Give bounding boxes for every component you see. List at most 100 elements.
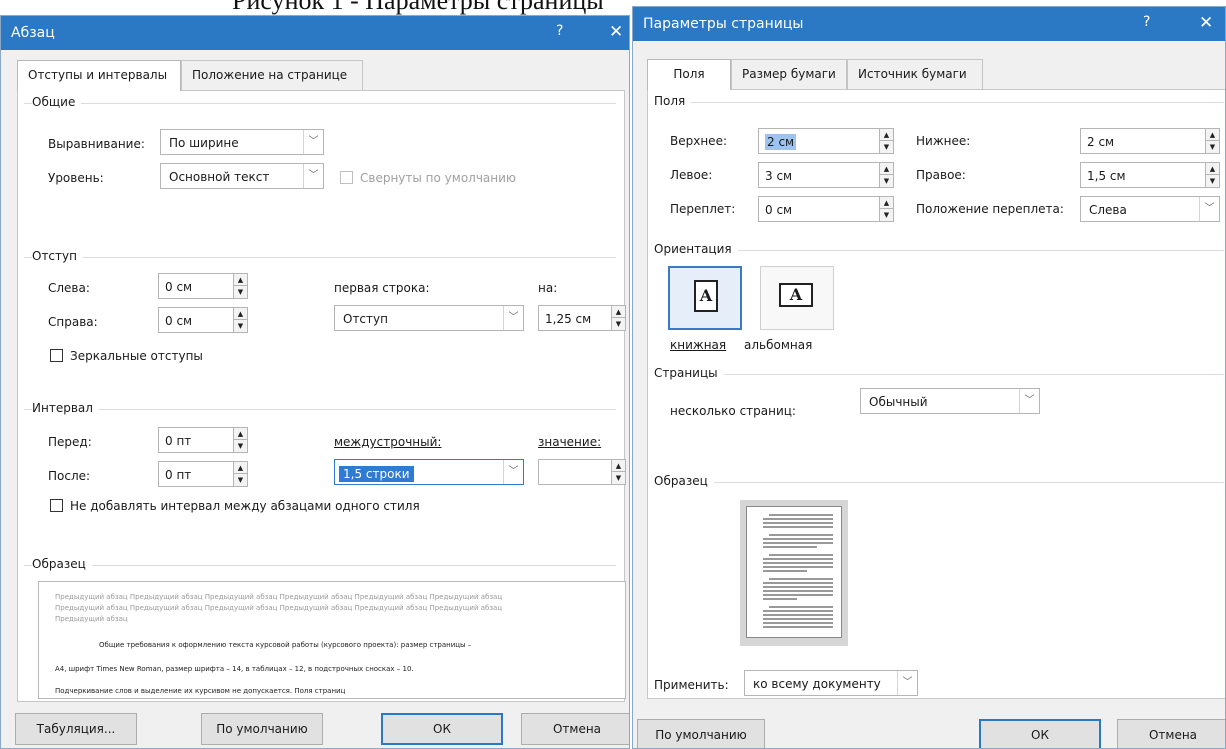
arrow-up-icon[interactable]: ▲ bbox=[234, 428, 247, 440]
line-spacing-label: междустрочный: bbox=[334, 435, 442, 449]
multiple-pages-value: Обычный bbox=[869, 395, 928, 409]
page-setup-dialog: Параметры страницы ? ✕ Поля Размер бумаг… bbox=[632, 6, 1226, 749]
tab-line-page-breaks[interactable]: Положение на странице bbox=[181, 60, 363, 90]
arrow-up-icon[interactable]: ▲ bbox=[1206, 129, 1219, 141]
ok-button[interactable]: ОК bbox=[381, 713, 503, 745]
paragraph-dialog-title: Абзац bbox=[11, 25, 55, 41]
chevron-down-icon: ﹀ bbox=[503, 460, 523, 484]
indent-right-value: 0 см bbox=[165, 314, 193, 328]
ok-button[interactable]: ОК bbox=[979, 719, 1101, 748]
left-margin-value: 3 см bbox=[765, 169, 793, 183]
page-preview bbox=[740, 500, 848, 646]
arrow-down-icon[interactable]: ▼ bbox=[234, 286, 247, 298]
arrow-down-icon[interactable]: ▼ bbox=[880, 209, 893, 221]
top-margin-value: 2 см bbox=[765, 134, 797, 150]
spinner-buttons[interactable]: ▲ ▼ bbox=[233, 428, 247, 452]
tab-label: Положение на странице bbox=[192, 68, 348, 82]
arrow-down-icon[interactable]: ▼ bbox=[880, 141, 893, 153]
tab-paper-source[interactable]: Источник бумаги bbox=[847, 59, 983, 89]
document-caption-text: Рисунок 1 - Параметры страницы bbox=[232, 0, 604, 15]
arrow-up-icon[interactable]: ▲ bbox=[880, 197, 893, 209]
portrait-button[interactable]: A bbox=[668, 266, 742, 330]
tab-margins[interactable]: Поля bbox=[647, 59, 731, 90]
bottom-margin-spinner[interactable]: 2 см ▲ ▼ bbox=[1080, 128, 1220, 154]
spinner-buttons[interactable]: ▲ ▼ bbox=[879, 163, 893, 187]
at-spinner[interactable]: ▲ ▼ bbox=[538, 459, 626, 485]
arrow-down-icon[interactable]: ▼ bbox=[234, 440, 247, 452]
top-margin-spinner[interactable]: 2 см ▲ ▼ bbox=[758, 128, 894, 154]
arrow-down-icon[interactable]: ▼ bbox=[612, 472, 625, 484]
gutter-position-select[interactable]: Слева ﹀ bbox=[1080, 196, 1220, 222]
close-icon[interactable]: ✕ bbox=[1199, 13, 1213, 33]
gutter-spinner[interactable]: 0 см ▲ ▼ bbox=[758, 196, 894, 222]
close-icon[interactable]: ✕ bbox=[609, 22, 623, 42]
apply-to-select[interactable]: ко всему документу ﹀ bbox=[744, 670, 918, 696]
after-spinner[interactable]: 0 пт ▲ ▼ bbox=[158, 461, 248, 487]
help-icon[interactable]: ? bbox=[556, 23, 563, 39]
set-default-button[interactable]: По умолчанию bbox=[201, 713, 323, 745]
arrow-up-icon[interactable]: ▲ bbox=[880, 163, 893, 175]
spinner-buttons[interactable]: ▲ ▼ bbox=[1205, 129, 1219, 153]
spinner-buttons[interactable]: ▲ ▼ bbox=[233, 308, 247, 332]
group-preview-label: Образец bbox=[654, 474, 714, 488]
cancel-button[interactable]: Отмена bbox=[521, 713, 629, 745]
arrow-up-icon[interactable]: ▲ bbox=[880, 129, 893, 141]
right-margin-label: Правое: bbox=[916, 168, 966, 182]
tabs-button[interactable]: Табуляция... bbox=[15, 713, 137, 745]
arrow-up-icon[interactable]: ▲ bbox=[234, 308, 247, 320]
arrow-up-icon[interactable]: ▲ bbox=[1206, 163, 1219, 175]
portrait-page-icon: A bbox=[694, 280, 718, 312]
by-label: на: bbox=[538, 281, 558, 295]
tab-label: Источник бумаги bbox=[858, 67, 967, 81]
set-default-label: По умолчанию bbox=[216, 722, 308, 736]
help-icon[interactable]: ? bbox=[1143, 14, 1150, 30]
arrow-down-icon[interactable]: ▼ bbox=[880, 175, 893, 187]
tab-indents-spacing[interactable]: Отступы и интервалы bbox=[17, 60, 181, 91]
multiple-pages-select[interactable]: Обычный ﹀ bbox=[860, 388, 1040, 414]
left-margin-spinner[interactable]: 3 см ▲ ▼ bbox=[758, 162, 894, 188]
group-divider bbox=[24, 565, 616, 566]
indent-right-label: Справа: bbox=[48, 315, 98, 329]
group-divider bbox=[654, 102, 1224, 103]
spinner-buttons[interactable]: ▲ ▼ bbox=[1205, 163, 1219, 187]
no-space-checkbox[interactable] bbox=[50, 499, 63, 512]
arrow-up-icon[interactable]: ▲ bbox=[234, 274, 247, 286]
line-spacing-select[interactable]: 1,5 строки ﹀ bbox=[334, 459, 524, 485]
no-space-label: Не добавлять интервал между абзацами одн… bbox=[70, 499, 420, 513]
spinner-buttons[interactable]: ▲ ▼ bbox=[611, 460, 625, 484]
spinner-buttons[interactable]: ▲ ▼ bbox=[611, 306, 625, 330]
by-spinner[interactable]: 1,25 см ▲ ▼ bbox=[538, 305, 626, 331]
gutter-label: Переплет: bbox=[670, 202, 736, 216]
arrow-down-icon[interactable]: ▼ bbox=[612, 318, 625, 330]
arrow-down-icon[interactable]: ▼ bbox=[1206, 141, 1219, 153]
level-select[interactable]: Основной текст ﹀ bbox=[160, 163, 324, 189]
first-line-select[interactable]: Отступ ﹀ bbox=[334, 305, 524, 331]
preview-body-line: Подчеркивание слов и выделение их курсив… bbox=[55, 687, 346, 695]
alignment-select[interactable]: По ширине ﹀ bbox=[160, 129, 324, 155]
collapsed-label: Свернуты по умолчанию bbox=[360, 171, 517, 185]
cancel-button[interactable]: Отмена bbox=[1117, 719, 1225, 748]
landscape-button[interactable]: A bbox=[760, 266, 834, 330]
arrow-down-icon[interactable]: ▼ bbox=[234, 320, 247, 332]
page-setup-panel: Поля Верхнее: 2 см ▲ ▼ Нижнее: 2 см ▲ ▼ Ле… bbox=[647, 89, 1225, 699]
set-default-button[interactable]: По умолчанию bbox=[637, 719, 765, 748]
right-margin-spinner[interactable]: 1,5 см ▲ ▼ bbox=[1080, 162, 1220, 188]
group-divider bbox=[654, 250, 1224, 251]
arrow-down-icon[interactable]: ▼ bbox=[234, 474, 247, 486]
spinner-buttons[interactable]: ▲ ▼ bbox=[879, 197, 893, 221]
arrow-up-icon[interactable]: ▲ bbox=[612, 460, 625, 472]
arrow-up-icon[interactable]: ▲ bbox=[612, 306, 625, 318]
mirror-indents-checkbox[interactable] bbox=[50, 349, 63, 362]
preview-previous-line: Предыдущий абзац Предыдущий абзац Предыд… bbox=[55, 593, 503, 601]
arrow-up-icon[interactable]: ▲ bbox=[234, 462, 247, 474]
arrow-down-icon[interactable]: ▼ bbox=[1206, 175, 1219, 187]
indent-left-spinner[interactable]: 0 см ▲ ▼ bbox=[158, 273, 248, 299]
tab-paper-size[interactable]: Размер бумаги bbox=[731, 59, 847, 89]
page-setup-tabbar: Поля Размер бумаги Источник бумаги bbox=[647, 59, 1207, 90]
spinner-buttons[interactable]: ▲ ▼ bbox=[879, 129, 893, 153]
before-spinner[interactable]: 0 пт ▲ ▼ bbox=[158, 427, 248, 453]
collapsed-checkbox[interactable] bbox=[340, 171, 353, 184]
spinner-buttons[interactable]: ▲ ▼ bbox=[233, 274, 247, 298]
spinner-buttons[interactable]: ▲ ▼ bbox=[233, 462, 247, 486]
indent-right-spinner[interactable]: 0 см ▲ ▼ bbox=[158, 307, 248, 333]
